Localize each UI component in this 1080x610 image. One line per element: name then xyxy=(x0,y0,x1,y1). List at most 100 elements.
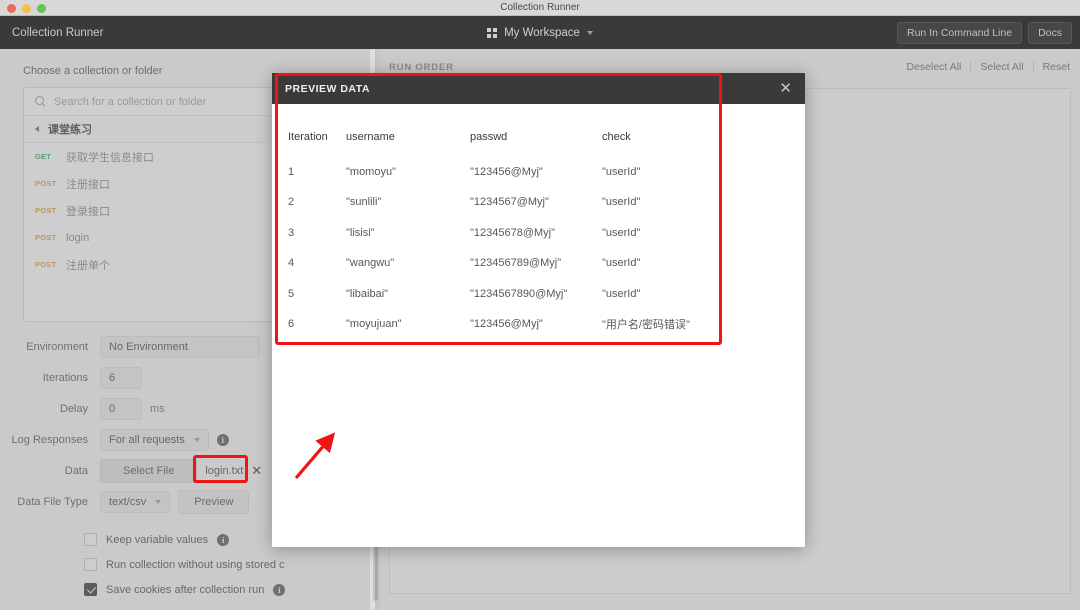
cell-iteration: 4 xyxy=(288,257,295,270)
data-file-type-label: Data File Type xyxy=(17,495,88,508)
keep-variable-values-label: Keep variable values xyxy=(106,533,209,546)
workspace-label: My Workspace xyxy=(504,26,580,39)
table-row: 4 "wangwu" "123456789@Myj" "userId" xyxy=(288,248,789,279)
close-icon[interactable]: ✕ xyxy=(779,81,792,96)
cell-username: "sunlili" xyxy=(346,196,382,209)
save-cookies-checkbox[interactable] xyxy=(84,583,97,596)
cell-iteration: 5 xyxy=(288,287,295,300)
search-icon xyxy=(35,96,46,107)
search-input[interactable]: Search for a collection or folder xyxy=(54,96,206,108)
app-window: Collection Runner Collection Runner My W… xyxy=(0,0,1080,610)
select-file-button[interactable]: Select File xyxy=(100,458,198,483)
method-badge: POST xyxy=(35,206,57,215)
column-header-check: check xyxy=(602,131,631,144)
request-name: 注册接口 xyxy=(66,178,110,191)
run-order-actions: Deselect All Select All Reset xyxy=(898,61,1075,73)
delay-input[interactable]: 0 xyxy=(100,397,142,420)
cell-check: "userId" xyxy=(602,165,641,178)
save-cookies-row[interactable]: Save cookies after collection run i xyxy=(0,577,375,602)
chevron-left-icon[interactable] xyxy=(35,126,39,132)
cell-passwd: "12345678@Myj" xyxy=(470,226,556,239)
cell-username: "momoyu" xyxy=(346,165,396,178)
cell-passwd: "1234567890@Myj" xyxy=(470,287,568,300)
collection-folder-name: 课堂练习 xyxy=(48,124,92,136)
method-badge: POST xyxy=(35,233,57,242)
cell-iteration: 3 xyxy=(288,226,295,239)
window-title: Collection Runner xyxy=(500,2,580,13)
request-name: 获取学生信息接口 xyxy=(66,151,154,164)
cell-check: "userId" xyxy=(602,287,641,300)
run-order-label: RUN ORDER xyxy=(389,62,454,73)
arrow-pointing-to-modal xyxy=(294,432,336,480)
cell-check: "用户名/密码错误" xyxy=(602,319,690,332)
macos-title-bar: Collection Runner xyxy=(0,0,1080,16)
cell-check: "userId" xyxy=(602,226,641,239)
cell-passwd: "1234567@Myj" xyxy=(470,196,549,209)
chevron-down-icon xyxy=(155,499,162,504)
preview-data-table: Iteration username passwd check 1 "momoy… xyxy=(272,104,805,340)
preview-data-modal: PREVIEW DATA ✕ Iteration username passwd… xyxy=(272,73,805,547)
delay-label: Delay xyxy=(59,402,88,415)
log-responses-value: For all requests xyxy=(109,433,185,446)
cell-passwd: "123456@Myj" xyxy=(470,165,543,178)
cell-username: "moyujuan" xyxy=(346,318,402,331)
method-badge: GET xyxy=(35,152,52,161)
preview-button[interactable]: Preview xyxy=(178,489,250,514)
data-file-type-value: text/csv xyxy=(109,495,147,508)
column-header-passwd: passwd xyxy=(470,131,508,144)
table-row: 1 "momoyu" "123456@Myj" "userId" xyxy=(288,157,789,188)
app-header: Collection Runner My Workspace Run In Co… xyxy=(0,16,1080,49)
run-without-stored-cookies-checkbox[interactable] xyxy=(84,558,97,571)
cell-iteration: 6 xyxy=(288,318,295,331)
data-label: Data xyxy=(64,464,88,477)
cell-check: "userId" xyxy=(602,257,641,270)
cell-check: "userId" xyxy=(602,196,641,209)
deselect-all-button[interactable]: Deselect All xyxy=(898,61,972,73)
iterations-input[interactable]: 6 xyxy=(100,366,142,389)
table-row: 6 "moyujuan" "123456@Myj" "用户名/密码错误" xyxy=(288,309,789,340)
iterations-label: Iterations xyxy=(42,371,88,384)
modal-header: PREVIEW DATA ✕ xyxy=(272,73,805,104)
method-badge: POST xyxy=(35,260,57,269)
data-file-type-select[interactable]: text/csv xyxy=(100,490,171,513)
cell-iteration: 2 xyxy=(288,196,295,209)
run-in-command-line-button[interactable]: Run In Command Line xyxy=(897,21,1023,44)
environment-select[interactable]: No Environment xyxy=(100,335,260,358)
method-badge: POST xyxy=(35,179,57,188)
table-header-row: Iteration username passwd check xyxy=(288,122,789,153)
request-name: login xyxy=(66,231,90,244)
keep-variable-values-checkbox[interactable] xyxy=(84,533,97,546)
cell-username: "lisisi" xyxy=(346,226,375,239)
column-header-iteration: Iteration xyxy=(288,131,328,144)
chevron-down-icon xyxy=(193,437,200,442)
table-row: 2 "sunlili" "1234567@Myj" "userId" xyxy=(288,187,789,218)
run-without-stored-cookies-row[interactable]: Run collection without using stored c xyxy=(0,552,375,577)
data-file-name: login.txt xyxy=(205,464,244,477)
request-name: 登录接口 xyxy=(66,205,110,218)
request-name: 注册单个 xyxy=(66,259,110,272)
modal-title: PREVIEW DATA xyxy=(285,82,370,95)
cell-username: "wangwu" xyxy=(346,257,395,270)
info-icon[interactable]: i xyxy=(217,533,230,546)
cell-username: "libaibai" xyxy=(346,287,389,300)
log-responses-select[interactable]: For all requests xyxy=(100,428,209,451)
reset-button[interactable]: Reset xyxy=(1034,61,1074,73)
environment-label: Environment xyxy=(26,340,88,353)
log-responses-label: Log Responses xyxy=(11,433,88,446)
table-row: 3 "lisisi" "12345678@Myj" "userId" xyxy=(288,218,789,249)
table-row: 5 "libaibai" "1234567890@Myj" "userId" xyxy=(288,279,789,310)
docs-button[interactable]: Docs xyxy=(1028,21,1072,44)
chevron-down-icon xyxy=(586,30,593,35)
select-all-button[interactable]: Select All xyxy=(971,61,1034,73)
save-cookies-label: Save cookies after collection run xyxy=(106,583,265,596)
app-header-actions: Run In Command Line Docs xyxy=(897,21,1072,44)
delay-unit-label: ms xyxy=(150,402,165,415)
cell-passwd: "123456@Myj" xyxy=(470,318,543,331)
cell-iteration: 1 xyxy=(288,165,295,178)
column-header-username: username xyxy=(346,131,395,144)
choose-collection-label: Choose a collection or folder xyxy=(23,65,163,77)
grid-icon xyxy=(487,27,498,38)
info-icon[interactable]: i xyxy=(216,433,229,446)
info-icon[interactable]: i xyxy=(273,583,286,596)
run-without-stored-cookies-label: Run collection without using stored c xyxy=(106,558,285,571)
